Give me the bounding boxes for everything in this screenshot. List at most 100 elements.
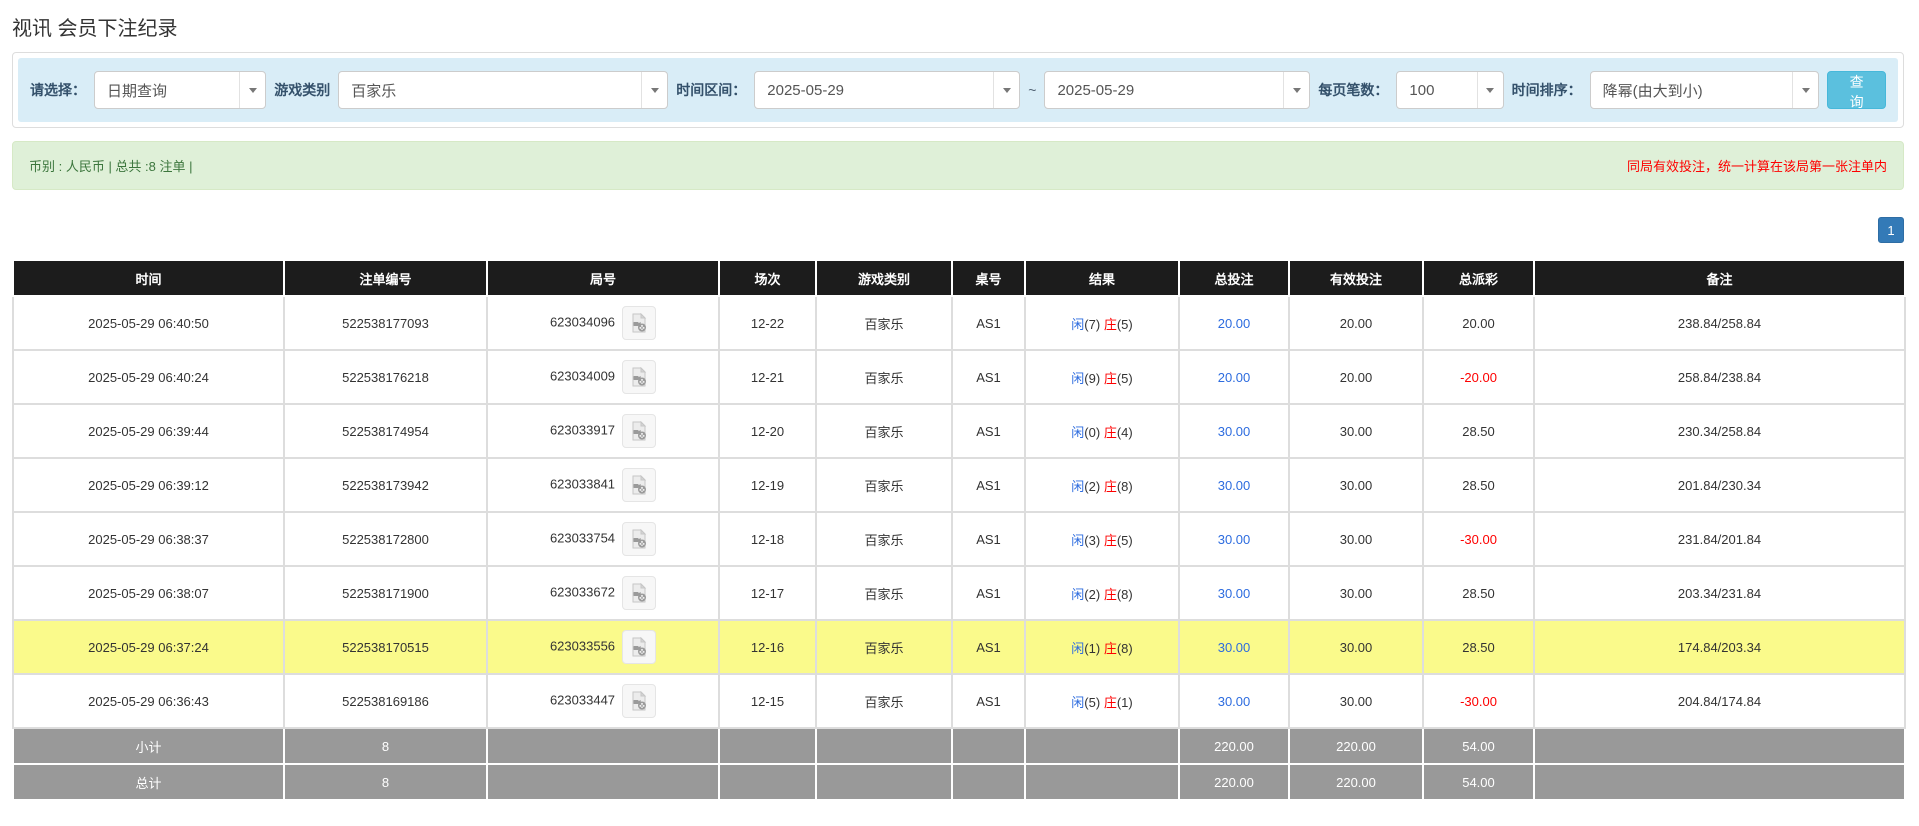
footer-count: 8 xyxy=(284,764,487,800)
result-player: 闲 xyxy=(1071,695,1084,710)
result-player-score: (5) xyxy=(1084,695,1100,710)
table-row: 2025-05-29 06:38:07522538171900623033672… xyxy=(13,566,1905,620)
result-player: 闲 xyxy=(1071,587,1084,602)
view-video-button[interactable] xyxy=(622,684,656,718)
cell-remark: 203.34/231.84 xyxy=(1534,566,1905,620)
summary-bar: 币别 : 人民币 | 总共 :8 注单 | 同局有效投注，统一计算在该局第一张注… xyxy=(12,141,1904,190)
total-bet-link[interactable]: 30.00 xyxy=(1218,532,1251,547)
cell-valid-bet: 20.00 xyxy=(1289,350,1423,404)
footer-empty-cell xyxy=(487,728,719,764)
cell-total-bet: 30.00 xyxy=(1179,404,1289,458)
round-no-value: 623033672 xyxy=(550,584,615,599)
cell-bet-no: 522538173942 xyxy=(284,458,487,512)
result-player: 闲 xyxy=(1071,479,1084,494)
date-from-select[interactable]: 2025-05-29 xyxy=(754,71,1020,109)
footer-empty-cell xyxy=(816,764,952,800)
video-file-icon xyxy=(629,583,649,603)
view-video-button[interactable] xyxy=(622,360,656,394)
pagination-page-1[interactable]: 1 xyxy=(1878,217,1904,243)
cell-round-no: 623033841 xyxy=(487,458,719,512)
cell-total-bet: 20.00 xyxy=(1179,296,1289,350)
total-bet-link[interactable]: 30.00 xyxy=(1218,586,1251,601)
view-video-button[interactable] xyxy=(622,414,656,448)
view-video-button[interactable] xyxy=(622,306,656,340)
caret-down-icon xyxy=(239,72,265,108)
cell-table-no: AS1 xyxy=(952,512,1025,566)
total-bet-link[interactable]: 30.00 xyxy=(1218,640,1251,655)
result-banker: 庄 xyxy=(1104,533,1117,548)
cell-valid-bet: 30.00 xyxy=(1289,512,1423,566)
cell-payout: 28.50 xyxy=(1423,404,1534,458)
date-to-select[interactable]: 2025-05-29 xyxy=(1044,71,1310,109)
cell-game: 百家乐 xyxy=(816,674,952,728)
round-no-value: 623033917 xyxy=(550,422,615,437)
view-video-button[interactable] xyxy=(622,576,656,610)
cell-time: 2025-05-29 06:38:37 xyxy=(13,512,284,566)
footer-valid-bet: 220.00 xyxy=(1289,728,1423,764)
video-file-icon xyxy=(629,367,649,387)
cell-payout: 28.50 xyxy=(1423,620,1534,674)
query-type-select[interactable]: 日期查询 xyxy=(94,71,266,109)
result-player-score: (1) xyxy=(1084,641,1100,656)
table-row: 2025-05-29 06:37:24522538170515623033556… xyxy=(13,620,1905,674)
filter-bar: 请选择： 日期查询 游戏类别 百家乐 时间区间： 2025-05-29 ~ 20… xyxy=(18,58,1898,122)
result-banker-score: (8) xyxy=(1117,479,1133,494)
cell-game: 百家乐 xyxy=(816,350,952,404)
footer-valid-bet: 220.00 xyxy=(1289,764,1423,800)
result-player-score: (2) xyxy=(1084,479,1100,494)
date-from-value: 2025-05-29 xyxy=(755,72,993,108)
cell-session: 12-20 xyxy=(719,404,816,458)
col-table: 桌号 xyxy=(952,260,1025,296)
total-bet-link[interactable]: 30.00 xyxy=(1218,694,1251,709)
cell-round-no: 623033917 xyxy=(487,404,719,458)
col-total-bet: 总投注 xyxy=(1179,260,1289,296)
cell-session: 12-19 xyxy=(719,458,816,512)
search-button[interactable]: 查询 xyxy=(1827,71,1886,109)
view-video-button[interactable] xyxy=(622,468,656,502)
page-size-value: 100 xyxy=(1397,72,1476,108)
game-category-select[interactable]: 百家乐 xyxy=(338,71,668,109)
col-round-no: 局号 xyxy=(487,260,719,296)
result-player-score: (2) xyxy=(1084,587,1100,602)
result-banker: 庄 xyxy=(1104,587,1117,602)
total-bet-link[interactable]: 30.00 xyxy=(1218,424,1251,439)
cell-bet-no: 522538171900 xyxy=(284,566,487,620)
footer-empty-cell xyxy=(487,764,719,800)
total-bet-link[interactable]: 20.00 xyxy=(1218,316,1251,331)
grand-total-row: 总计 8 220.00 220.00 54.00 xyxy=(13,764,1905,800)
video-file-icon xyxy=(629,475,649,495)
currency-total-text: 币别 : 人民币 | 总共 :8 注单 | xyxy=(29,156,193,175)
caret-down-icon xyxy=(641,72,667,108)
round-no-value: 623033556 xyxy=(550,638,615,653)
cell-game: 百家乐 xyxy=(816,566,952,620)
cell-game: 百家乐 xyxy=(816,296,952,350)
pagination-top: 1 xyxy=(12,217,1904,243)
cell-total-bet: 30.00 xyxy=(1179,566,1289,620)
cell-session: 12-18 xyxy=(719,512,816,566)
cell-bet-no: 522538174954 xyxy=(284,404,487,458)
table-row: 2025-05-29 06:40:50522538177093623034096… xyxy=(13,296,1905,350)
cell-payout: -30.00 xyxy=(1423,674,1534,728)
footer-empty-cell xyxy=(719,728,816,764)
cell-session: 12-16 xyxy=(719,620,816,674)
view-video-button[interactable] xyxy=(622,630,656,664)
cell-total-bet: 20.00 xyxy=(1179,350,1289,404)
result-player: 闲 xyxy=(1071,533,1084,548)
footer-payout: 54.00 xyxy=(1423,728,1534,764)
total-bet-link[interactable]: 30.00 xyxy=(1218,478,1251,493)
result-banker: 庄 xyxy=(1104,371,1117,386)
cell-time: 2025-05-29 06:39:44 xyxy=(13,404,284,458)
cell-session: 12-21 xyxy=(719,350,816,404)
footer-empty-cell xyxy=(952,728,1025,764)
cell-round-no: 623033754 xyxy=(487,512,719,566)
cell-result: 闲(2) 庄(8) xyxy=(1025,566,1179,620)
footer-empty-cell xyxy=(816,728,952,764)
cell-game: 百家乐 xyxy=(816,404,952,458)
footer-empty-cell xyxy=(1025,764,1179,800)
video-file-icon xyxy=(629,637,649,657)
footer-label: 小计 xyxy=(13,728,284,764)
sort-select[interactable]: 降幂(由大到小) xyxy=(1590,71,1820,109)
page-size-select[interactable]: 100 xyxy=(1396,71,1503,109)
view-video-button[interactable] xyxy=(622,522,656,556)
total-bet-link[interactable]: 20.00 xyxy=(1218,370,1251,385)
